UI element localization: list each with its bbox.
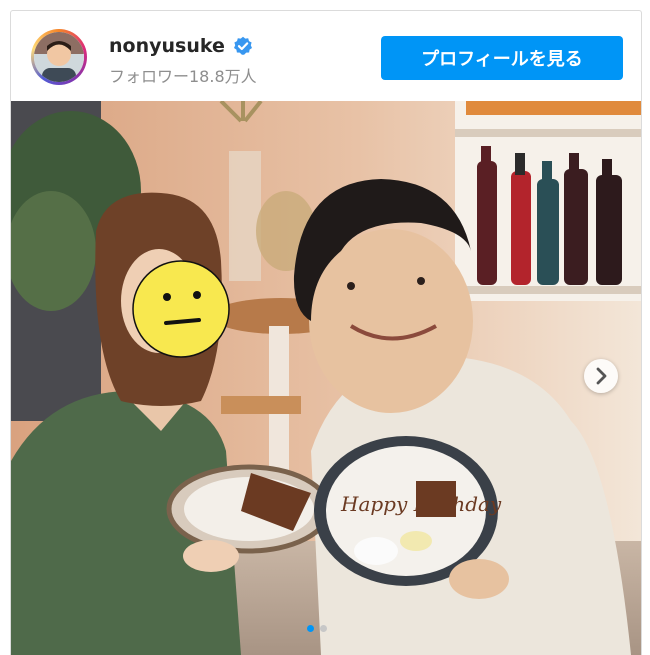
- post-photo[interactable]: Happy Birthday: [11, 101, 641, 655]
- carousel-dot-active: [307, 625, 314, 632]
- avatar-ring[interactable]: [31, 29, 87, 85]
- avatar[interactable]: [34, 32, 84, 82]
- verified-badge-icon: [234, 36, 252, 55]
- post-card: nonyusuke フォロワー18.8万人 プロフィールを見る Happy Bi…: [10, 10, 642, 655]
- post-image: Happy Birthday: [11, 101, 641, 655]
- carousel-next-button[interactable]: [584, 359, 618, 393]
- view-profile-button[interactable]: プロフィールを見る: [381, 36, 623, 80]
- chevron-right-icon: [596, 367, 607, 385]
- post-header: nonyusuke フォロワー18.8万人 プロフィールを見る: [11, 11, 641, 101]
- follower-count: フォロワー18.8万人: [109, 67, 257, 86]
- username[interactable]: nonyusuke: [109, 35, 225, 57]
- avatar-image: [34, 32, 84, 82]
- carousel-dot: [320, 625, 327, 632]
- carousel-indicator: [307, 625, 347, 635]
